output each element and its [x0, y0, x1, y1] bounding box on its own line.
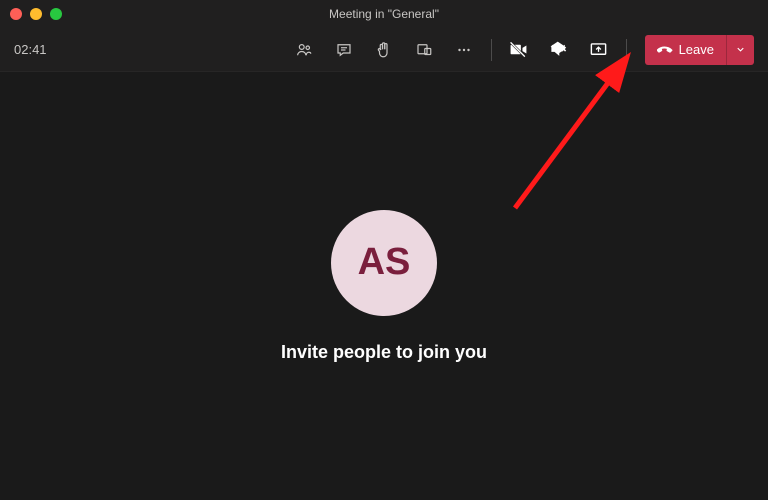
share-screen-icon[interactable] [584, 35, 614, 65]
leave-label: Leave [679, 42, 714, 57]
leave-button[interactable]: Leave [645, 35, 726, 65]
mic-muted-icon[interactable] [544, 35, 574, 65]
leave-button-group: Leave [645, 35, 754, 65]
invite-prompt: Invite people to join you [281, 342, 487, 363]
raise-hand-icon[interactable] [369, 35, 399, 65]
leave-options-button[interactable] [726, 35, 754, 65]
maximize-window-button[interactable] [50, 8, 62, 20]
rooms-icon[interactable] [409, 35, 439, 65]
meeting-window: Meeting in "General" 02:41 [0, 0, 768, 500]
participant-avatar: AS [331, 210, 437, 316]
camera-off-icon[interactable] [504, 35, 534, 65]
meeting-toolbar: 02:41 [0, 28, 768, 72]
participants-icon[interactable] [289, 35, 319, 65]
toolbar-divider [491, 39, 492, 61]
window-title: Meeting in "General" [329, 7, 439, 21]
titlebar: Meeting in "General" [0, 0, 768, 28]
chat-icon[interactable] [329, 35, 359, 65]
window-controls [10, 8, 62, 20]
chevron-down-icon [735, 44, 746, 55]
minimize-window-button[interactable] [30, 8, 42, 20]
toolbar-divider [626, 39, 627, 61]
close-window-button[interactable] [10, 8, 22, 20]
avatar-initials: AS [358, 241, 411, 284]
hangup-icon [657, 42, 673, 58]
call-duration: 02:41 [14, 42, 47, 57]
more-actions-icon[interactable] [449, 35, 479, 65]
meeting-stage: AS Invite people to join you [0, 72, 768, 500]
